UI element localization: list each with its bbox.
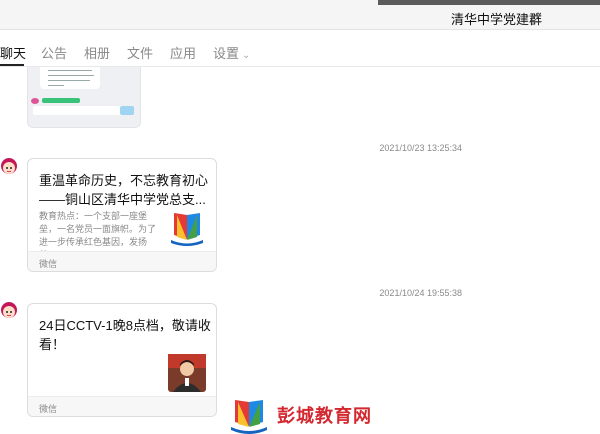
- avatar: [31, 98, 39, 104]
- title-bar: 清华中学党建群: [0, 0, 600, 30]
- person-photo-icon: [168, 354, 206, 392]
- book-logo-icon: [171, 213, 203, 246]
- tab-files[interactable]: 文件: [127, 43, 153, 62]
- watermark-logo-icon: [231, 400, 267, 434]
- group-tabs: 聊天 公告 相册 文件 应用 设置 ⌄: [0, 30, 600, 67]
- chevron-down-icon: ⌄: [242, 50, 251, 61]
- article-title: 重温革命历史，不忘教育初心——铜山区清华中学党总支...: [39, 173, 209, 207]
- tab-settings[interactable]: 设置 ⌄: [213, 43, 250, 62]
- image-toolbar-icons: [36, 119, 136, 125]
- image-input-box: [33, 106, 133, 115]
- source-label: 微信: [39, 259, 58, 269]
- card-footer: 微信: [28, 251, 216, 271]
- shared-video-card[interactable]: 24日CCTV-1晚8点档，敬请收看！ 微信: [27, 303, 217, 417]
- shared-article-card[interactable]: 重温革命历史，不忘教育初心——铜山区清华中学党总支... 教育热点：一个支部一座…: [27, 158, 217, 272]
- image-chat-bubble: [40, 67, 100, 89]
- watermark-text: 彭城教育网: [277, 406, 372, 427]
- tab-announcements[interactable]: 公告: [41, 43, 67, 62]
- active-tab-indicator: [0, 64, 24, 66]
- previous-image-message[interactable]: [27, 67, 141, 128]
- article-title: 24日CCTV-1晚8点档，敬请收看！: [39, 318, 211, 352]
- image-send-button: [120, 106, 134, 115]
- avatar[interactable]: [0, 156, 18, 178]
- tab-album[interactable]: 相册: [84, 43, 110, 62]
- card-footer: 微信: [28, 396, 216, 416]
- tab-apps[interactable]: 应用: [170, 43, 196, 62]
- message-timestamp: 2021/10/24 19:55:38: [379, 288, 462, 298]
- avatar[interactable]: [0, 300, 18, 322]
- image-green-label: [42, 98, 80, 103]
- edit-icon[interactable]: [529, 9, 543, 23]
- window-edge: [378, 0, 600, 5]
- tab-chat[interactable]: 聊天: [0, 43, 26, 62]
- source-label: 微信: [39, 404, 58, 414]
- message-timestamp: 2021/10/23 13:25:34: [379, 143, 462, 153]
